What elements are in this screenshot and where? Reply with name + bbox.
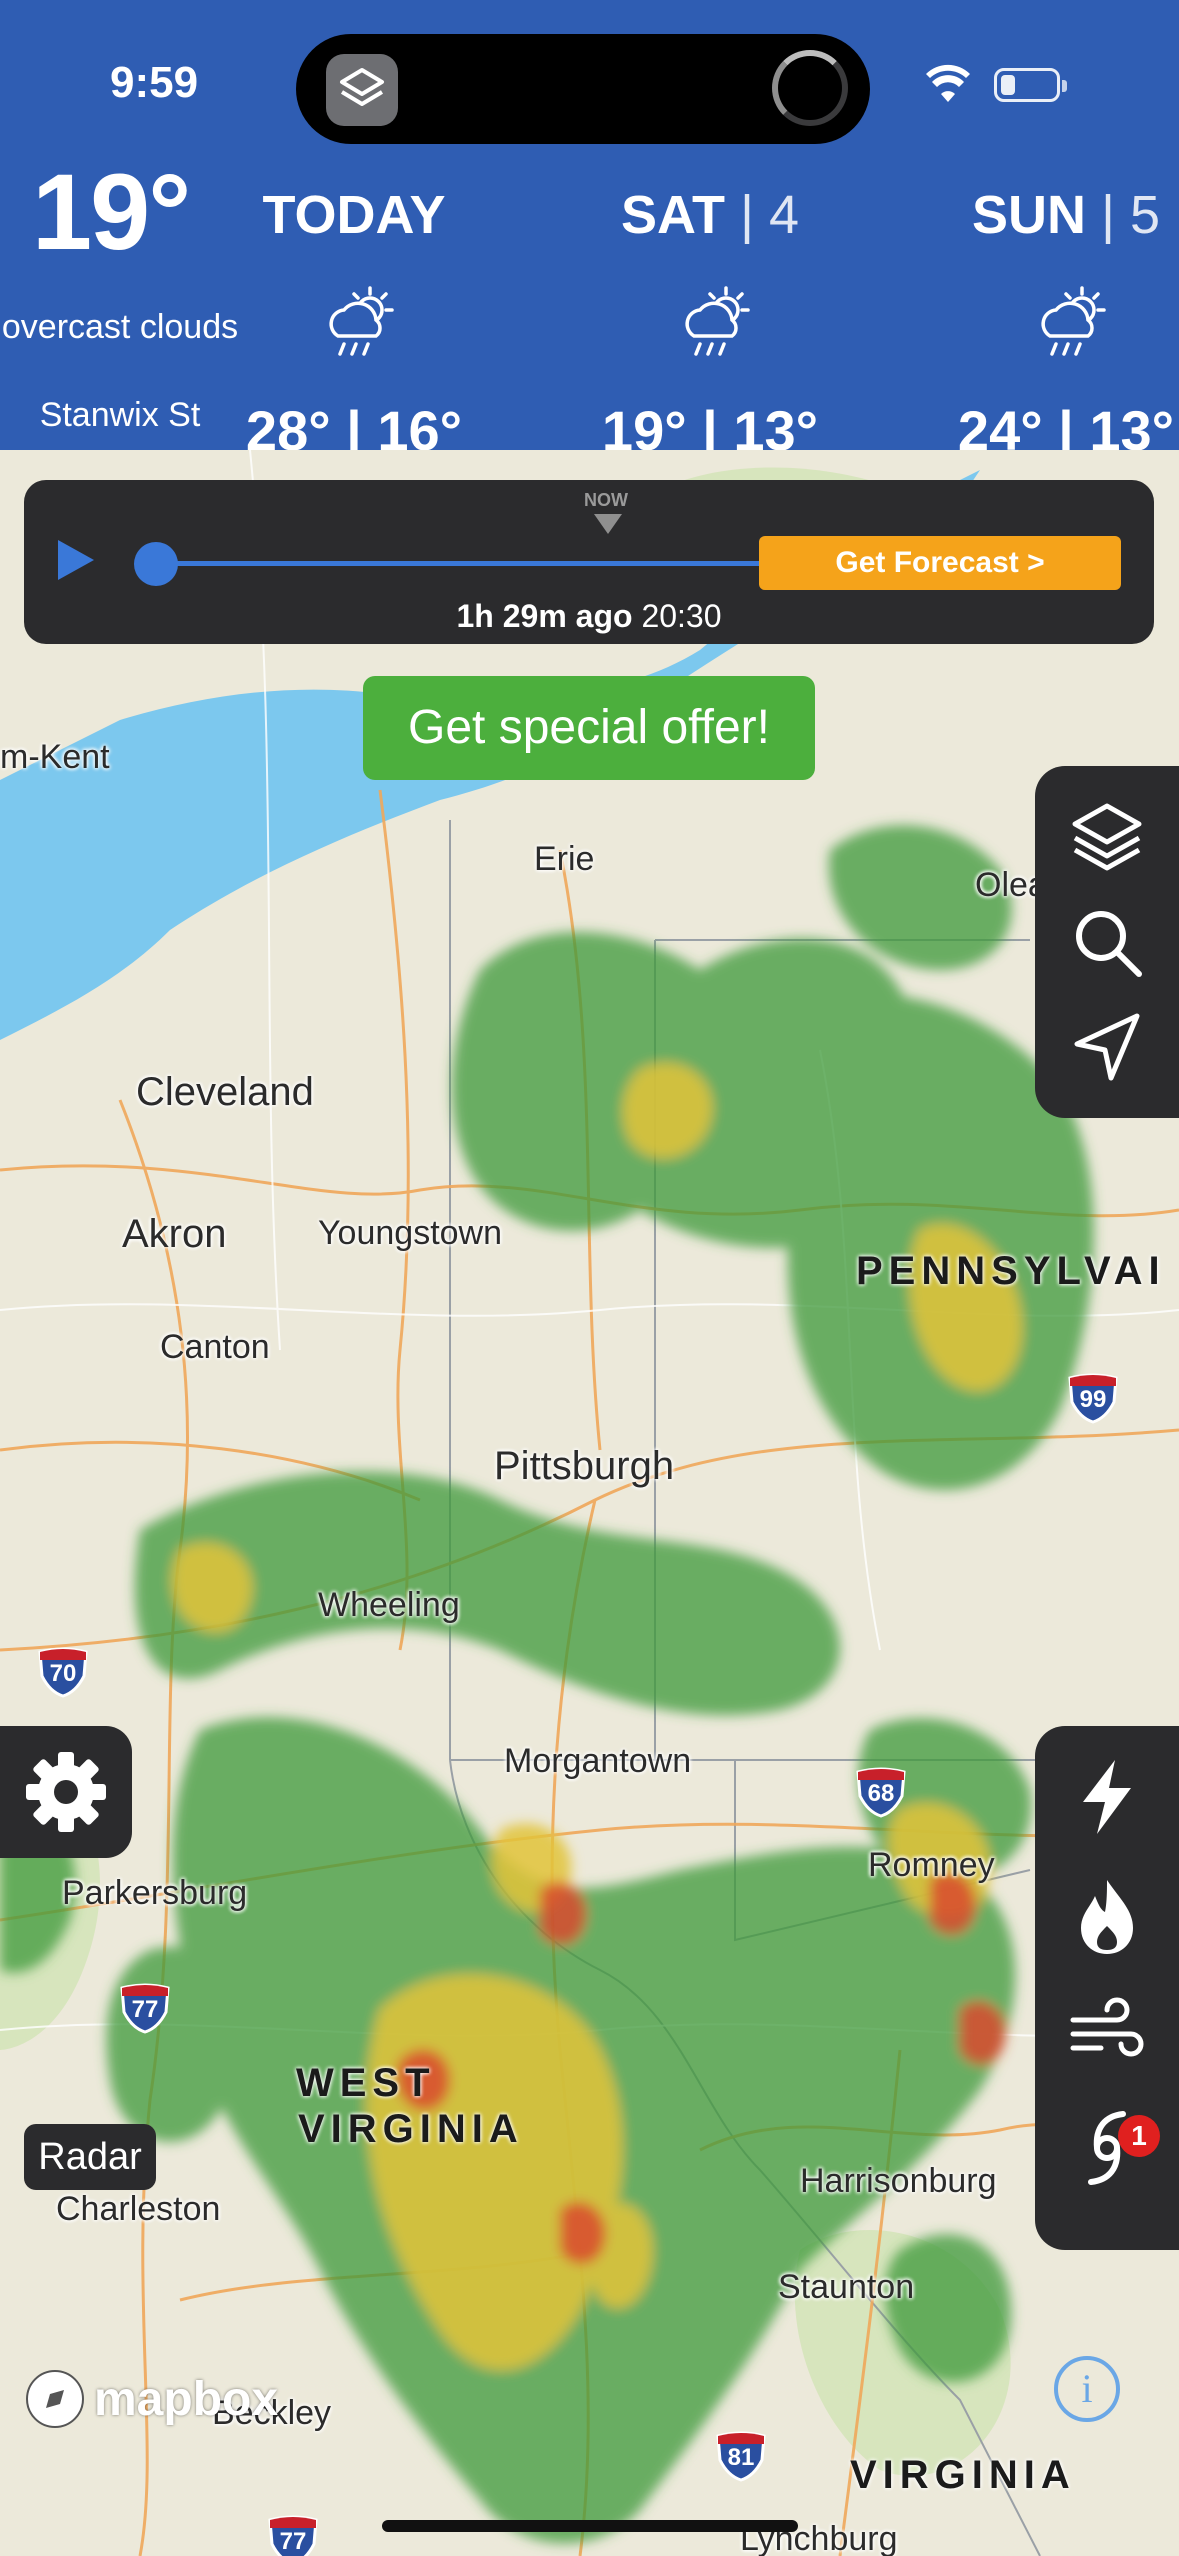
- layers-icon[interactable]: [1065, 794, 1149, 878]
- wind-icon[interactable]: [1065, 1990, 1149, 2074]
- state-label-west-virginia-line2: VIRGINIA: [298, 2107, 524, 2151]
- forecast-day-today[interactable]: TODAY 28° | 16°: [204, 184, 504, 450]
- highway-shield: 81: [714, 2430, 768, 2482]
- city-label: m-Kent: [0, 738, 110, 776]
- city-label: Akron: [122, 1212, 227, 1256]
- mapbox-logo: mapbox: [24, 2366, 278, 2432]
- current-temperature: 19°: [32, 151, 191, 272]
- city-label: Wheeling: [318, 1586, 460, 1624]
- battery-icon: [994, 68, 1067, 102]
- forecast-day-sat[interactable]: SAT | 4 19° | 13°: [560, 184, 860, 450]
- forecast-day-label: TODAY: [262, 185, 446, 245]
- layers-app-icon: [326, 54, 398, 126]
- state-label-pennsylvania: PENNSYLVAI: [856, 1249, 1166, 1293]
- city-label: Harrisonburg: [800, 2162, 997, 2200]
- map-tools-panel: [1035, 766, 1179, 1118]
- rain-sun-icon: [1041, 286, 1106, 356]
- state-label-virginia: VIRGINIA: [850, 2453, 1076, 2497]
- city-label: Charleston: [56, 2190, 221, 2228]
- map-layers-panel: [1035, 1726, 1179, 2250]
- forecast-temps: 19° | 13°: [601, 399, 819, 450]
- location-arrow-icon[interactable]: [1065, 1006, 1149, 1090]
- city-label: Pittsburgh: [494, 1444, 675, 1488]
- highway-shield: 70: [36, 1646, 90, 1698]
- city-label: Canton: [160, 1328, 270, 1366]
- special-offer-button[interactable]: Get special offer!: [363, 676, 815, 780]
- forecast-day-label: SAT | 4: [620, 185, 800, 245]
- timeline-track[interactable]: [154, 561, 794, 566]
- info-button[interactable]: i: [1054, 2356, 1120, 2422]
- city-label: Erie: [534, 840, 595, 878]
- city-label: Morgantown: [504, 1742, 692, 1780]
- notification-badge: 1: [1118, 2115, 1160, 2157]
- home-indicator[interactable]: [382, 2520, 798, 2532]
- search-icon[interactable]: [1065, 900, 1149, 984]
- highway-shield: 68: [854, 1766, 908, 1818]
- highway-shield: 77: [266, 2514, 320, 2556]
- lightning-icon[interactable]: [1065, 1754, 1149, 1838]
- forecast-temps: 28° | 16°: [245, 399, 463, 450]
- dynamic-island: [296, 34, 870, 144]
- get-forecast-button[interactable]: Get Forecast >: [759, 536, 1121, 590]
- highway-shield: 99: [1066, 1372, 1120, 1424]
- highway-shield: 77: [118, 1982, 172, 2034]
- loading-spinner-icon: [772, 50, 848, 126]
- play-icon[interactable]: [58, 540, 94, 580]
- wifi-icon: [926, 64, 970, 102]
- city-label: Romney: [868, 1846, 995, 1884]
- forecast-temps: 24° | 13°: [957, 399, 1175, 450]
- timeline-scrubber[interactable]: [134, 542, 178, 586]
- fire-icon[interactable]: [1065, 1874, 1149, 1958]
- weather-header: 9:59 19° overcast clouds Stanwix St TODA…: [0, 0, 1179, 450]
- rain-sun-icon: [329, 286, 394, 356]
- radar-layer-label[interactable]: Radar: [24, 2124, 156, 2190]
- status-time: 9:59: [110, 58, 199, 107]
- city-label: Youngstown: [318, 1214, 503, 1252]
- gear-icon: [26, 1752, 106, 1832]
- forecast-day-label: SUN | 5: [971, 185, 1161, 245]
- city-label: Cleveland: [136, 1070, 314, 1114]
- timeline-time: 1h 29m ago 20:30: [456, 598, 722, 634]
- city-label: Staunton: [778, 2268, 915, 2306]
- mapbox-icon: [26, 2370, 84, 2428]
- current-condition: overcast clouds: [1, 308, 239, 346]
- now-marker-icon: [594, 514, 622, 534]
- forecast-day-sun[interactable]: SUN | 5 24° | 13°: [916, 184, 1179, 450]
- settings-button[interactable]: [0, 1726, 132, 1858]
- radar-timeline: NOW Get Forecast > 1h 29m ago 20:30: [24, 480, 1154, 644]
- state-label-west-virginia-line1: WEST: [296, 2061, 436, 2105]
- city-label: Parkersburg: [62, 1874, 248, 1912]
- rain-sun-icon: [685, 286, 750, 356]
- now-label: NOW: [584, 490, 628, 510]
